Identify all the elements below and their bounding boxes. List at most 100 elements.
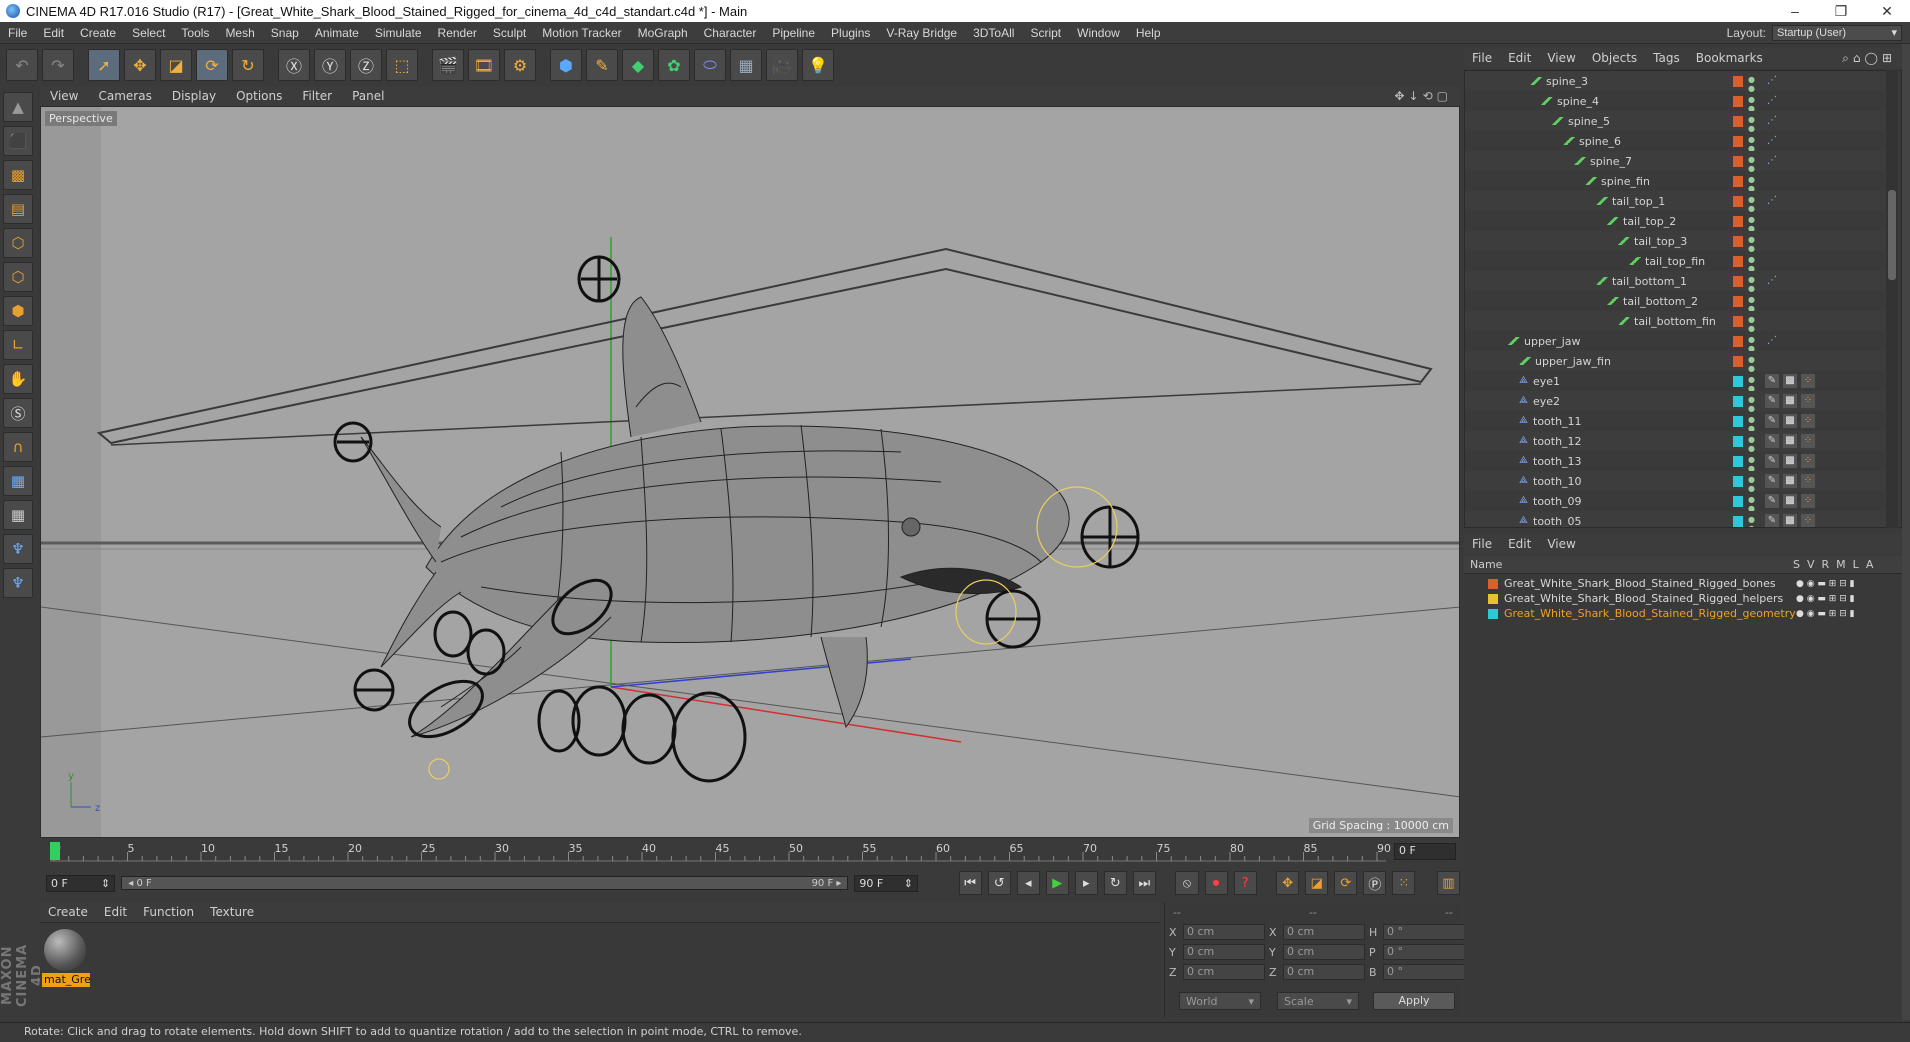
play-forward-button[interactable]: ▶ <box>1045 871 1069 895</box>
record-scale-button[interactable]: ◪ <box>1305 871 1329 895</box>
layer-color-swatch[interactable] <box>1733 455 1743 467</box>
size-z-field[interactable]: 0 cm <box>1283 964 1365 980</box>
layer-color-swatch[interactable] <box>1733 375 1743 387</box>
size-y-field[interactable]: 0 cm <box>1283 944 1365 960</box>
layer-color-swatch[interactable] <box>1733 335 1743 347</box>
visibility-dots[interactable]: ●● <box>1747 375 1756 393</box>
x-axis-lock-button[interactable]: Ⓧ <box>278 49 310 81</box>
close-button[interactable]: ✕ <box>1864 3 1910 20</box>
layer-color-swatch[interactable] <box>1733 155 1743 167</box>
tweak-mode-button[interactable]: ✋ <box>3 364 33 394</box>
redo-button[interactable]: ↷ <box>42 49 74 81</box>
model-mode-button[interactable]: ⬛ <box>3 126 33 156</box>
visibility-dots[interactable]: ●● <box>1747 95 1756 113</box>
object-row[interactable]: tail_top_2 ●● <box>1465 211 1887 233</box>
layer-row[interactable]: Great_White_Shark_Blood_Stained_Rigged_g… <box>1464 606 1902 621</box>
scrollbar-thumb[interactable] <box>1888 190 1896 280</box>
deformer-button[interactable]: ⬭ <box>694 49 726 81</box>
object-menu-tags[interactable]: Tags <box>1645 51 1688 65</box>
object-row[interactable]: spine_5 ●● ⋰ <box>1465 111 1887 133</box>
object-row[interactable]: spine_fin ●● <box>1465 171 1887 193</box>
weight-tag-icon[interactable]: ✎ <box>1765 374 1779 388</box>
menu-tools[interactable]: Tools <box>173 26 217 40</box>
menu-3dtoall[interactable]: 3DToAll <box>965 26 1022 40</box>
pos-z-field[interactable]: 0 cm <box>1183 964 1265 980</box>
z-axis-lock-button[interactable]: Ⓩ <box>350 49 382 81</box>
current-frame-field[interactable]: 0 F <box>1394 843 1456 860</box>
object-row[interactable]: tail_top_fin ●● <box>1465 251 1887 273</box>
layer-flag-toggles[interactable]: ● ◉ ▬ ⊞ ⊟ ▮ <box>1796 594 1855 604</box>
layer-color-swatch[interactable] <box>1488 578 1498 589</box>
go-to-start-button[interactable]: ⏮ <box>958 871 982 895</box>
object-menu-bookmarks[interactable]: Bookmarks <box>1688 51 1771 65</box>
layer-flag-toggles[interactable]: ● ◉ ▬ ⊞ ⊟ ▮ <box>1796 579 1855 589</box>
record-position-button[interactable]: ✥ <box>1276 871 1300 895</box>
texture-tag-icon[interactable]: ▩ <box>1783 494 1797 508</box>
workplane-lock-button[interactable]: ▦ <box>3 466 33 496</box>
skin-tag-icon[interactable]: ⁘ <box>1801 514 1815 527</box>
pos-x-field[interactable]: 0 cm <box>1183 924 1265 940</box>
skin-tag-icon[interactable]: ⁘ <box>1801 474 1815 488</box>
y-axis-lock-button[interactable]: Ⓨ <box>314 49 346 81</box>
visibility-dots[interactable]: ●● <box>1747 335 1756 353</box>
texture-mode-button[interactable]: ▩ <box>3 160 33 190</box>
menu-mograph[interactable]: MoGraph <box>630 26 696 40</box>
viewport-menu-filter[interactable]: Filter <box>292 89 342 103</box>
menu-render[interactable]: Render <box>430 26 485 40</box>
size-x-field[interactable]: 0 cm <box>1283 924 1365 940</box>
ik-tag-icon[interactable]: ⋰ <box>1765 194 1779 208</box>
record-rotation-button[interactable]: ⟳ <box>1334 871 1358 895</box>
menu-create[interactable]: Create <box>72 26 124 40</box>
start-frame-field[interactable]: 0 F ⇕ <box>46 874 116 892</box>
visibility-dots[interactable]: ●● <box>1747 495 1756 513</box>
floor-object-button[interactable]: ▦ <box>730 49 762 81</box>
layer-color-swatch[interactable] <box>1733 495 1743 507</box>
viewport-menu-cameras[interactable]: Cameras <box>88 89 161 103</box>
weight-tag-icon[interactable]: ✎ <box>1765 474 1779 488</box>
layer-color-swatch[interactable] <box>1733 295 1743 307</box>
ik-tag-icon[interactable]: ⋰ <box>1765 114 1779 128</box>
ik-tag-icon[interactable]: ⋰ <box>1765 154 1779 168</box>
layout-dropdown[interactable]: Startup (User) ▾ <box>1772 24 1902 41</box>
object-row[interactable]: upper_jaw_fin ●● <box>1465 351 1887 373</box>
coordinate-system-button[interactable]: ⬚ <box>386 49 418 81</box>
mograph-cloner-button[interactable]: ✿ <box>658 49 690 81</box>
object-row[interactable]: tail_top_3 ●● <box>1465 231 1887 253</box>
layer-color-swatch[interactable] <box>1733 235 1743 247</box>
menu-pipeline[interactable]: Pipeline <box>764 26 823 40</box>
edges-mode-button[interactable]: ⬡ <box>3 262 33 292</box>
object-row[interactable]: tail_bottom_1 ●● ⋰ <box>1465 271 1887 293</box>
go-to-end-button[interactable]: ⏭ <box>1132 871 1156 895</box>
polygons-mode-button[interactable]: ⬢ <box>3 296 33 326</box>
object-row[interactable]: ⟁ tooth_10 ●● ✎ ▩ ⁘ <box>1465 471 1887 493</box>
object-tree-scrollbar[interactable] <box>1886 70 1898 528</box>
layer-color-swatch[interactable] <box>1733 175 1743 187</box>
visibility-dots[interactable]: ●● <box>1747 255 1756 273</box>
visibility-dots[interactable]: ●● <box>1747 155 1756 173</box>
python-script-2-button[interactable]: ♆ <box>3 568 33 598</box>
preview-range-slider[interactable]: ◂ 0 F 90 F ▸ <box>121 876 849 890</box>
viewport-nav-icons[interactable]: ✥↓⟲▢ <box>1394 89 1460 103</box>
visibility-dots[interactable]: ●● <box>1747 235 1756 253</box>
layer-color-swatch[interactable] <box>1733 255 1743 267</box>
viewport-menu-view[interactable]: View <box>40 89 88 103</box>
layer-color-swatch[interactable] <box>1733 115 1743 127</box>
object-menu-view[interactable]: View <box>1539 51 1583 65</box>
live-selection-button[interactable]: ➚ <box>88 49 120 81</box>
end-frame-field[interactable]: 90 F ⇕ <box>854 874 918 892</box>
layer-color-swatch[interactable] <box>1733 475 1743 487</box>
render-view-button[interactable]: 🎬 <box>432 49 464 81</box>
axis-mode-button[interactable]: ∟ <box>3 330 33 360</box>
record-point-level-button[interactable]: ⁙ <box>1392 871 1416 895</box>
texture-tag-icon[interactable]: ▩ <box>1783 434 1797 448</box>
skin-tag-icon[interactable]: ⁘ <box>1801 394 1815 408</box>
menu-simulate[interactable]: Simulate <box>367 26 430 40</box>
visibility-dots[interactable]: ●● <box>1747 455 1756 473</box>
object-row[interactable]: ⟁ eye1 ●● ✎ ▩ ⁘ <box>1465 371 1887 393</box>
record-parameter-button[interactable]: Ⓟ <box>1363 871 1387 895</box>
layer-color-swatch[interactable] <box>1733 435 1743 447</box>
size-mode-dropdown[interactable]: Scale ▾ <box>1277 992 1359 1010</box>
workplane-snap-button[interactable]: ▦ <box>3 500 33 530</box>
object-row[interactable]: spine_7 ●● ⋰ <box>1465 151 1887 173</box>
visibility-dots[interactable]: ●● <box>1747 295 1756 313</box>
